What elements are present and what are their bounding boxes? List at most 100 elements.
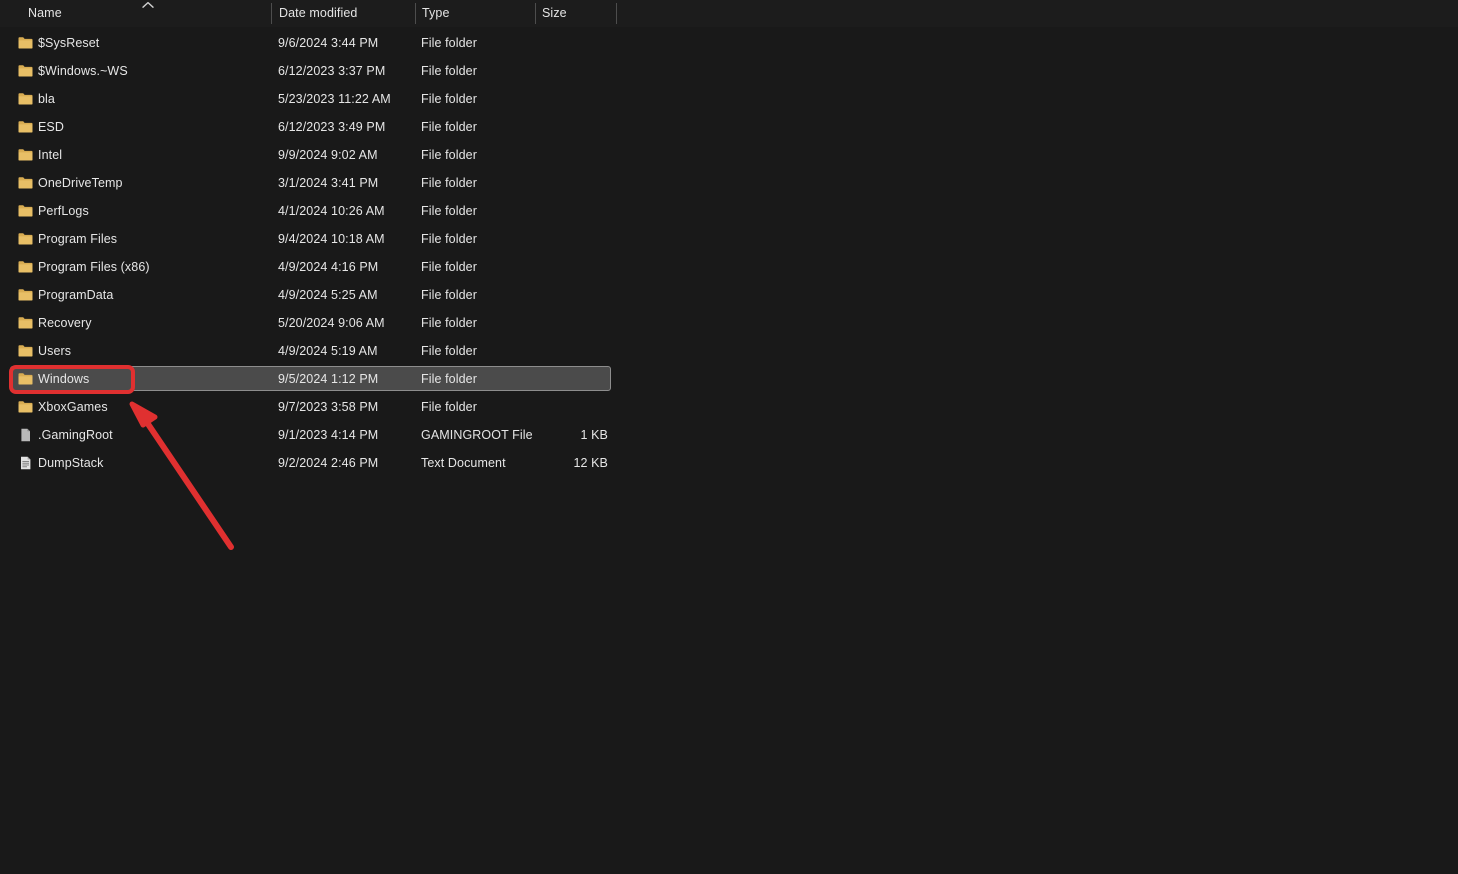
column-divider-date[interactable] <box>415 3 416 24</box>
file-name: Program Files <box>38 232 118 246</box>
file-type: File folder <box>421 36 477 50</box>
file-type: Text Document <box>421 456 506 470</box>
file-type: File folder <box>421 148 477 162</box>
folder-icon <box>18 372 33 386</box>
file-size: 12 KB <box>573 456 608 470</box>
file-date-modified: 5/20/2024 9:06 AM <box>278 316 385 330</box>
folder-icon <box>18 176 33 190</box>
file-type: File folder <box>421 64 477 78</box>
file-row[interactable]: $SysReset 9/6/2024 3:44 PM File folder <box>0 29 1458 57</box>
file-date-modified: 9/6/2024 3:44 PM <box>278 36 379 50</box>
file-name: Program Files (x86) <box>38 260 150 274</box>
file-row[interactable]: Users 4/9/2024 5:19 AM File folder <box>0 337 1458 365</box>
folder-icon <box>18 204 33 218</box>
file-date-modified: 4/9/2024 5:19 AM <box>278 344 378 358</box>
file-size <box>500 309 608 337</box>
file-size <box>500 29 608 57</box>
column-header-bar: Name Date modified Type Size <box>0 0 1458 27</box>
file-type: File folder <box>421 92 477 106</box>
file-row[interactable]: PerfLogs 4/1/2024 10:26 AM File folder <box>0 197 1458 225</box>
file-size <box>500 57 608 85</box>
file-size <box>500 365 608 393</box>
file-name: bla <box>38 92 55 106</box>
file-row[interactable]: Recovery 5/20/2024 9:06 AM File folder <box>0 309 1458 337</box>
file-size <box>500 253 608 281</box>
folder-icon <box>18 232 33 246</box>
column-divider-name[interactable] <box>271 3 272 24</box>
folder-icon <box>18 36 33 50</box>
file-size <box>500 141 608 169</box>
file-type: File folder <box>421 176 477 190</box>
column-header-size[interactable]: Size <box>542 0 567 27</box>
file-date-modified: 3/1/2024 3:41 PM <box>278 176 379 190</box>
file-date-modified: 9/2/2024 2:46 PM <box>278 456 379 470</box>
file-row[interactable]: ESD 6/12/2023 3:49 PM File folder <box>0 113 1458 141</box>
file-size <box>500 197 608 225</box>
file-size <box>500 281 608 309</box>
file-type: File folder <box>421 316 477 330</box>
file-size <box>500 169 608 197</box>
file-size: 1 KB <box>580 428 608 442</box>
file-row[interactable]: Program Files 9/4/2024 10:18 AM File folde… <box>0 225 1458 253</box>
generic-file-icon <box>18 428 33 442</box>
column-divider-type[interactable] <box>535 3 536 24</box>
file-row[interactable]: $Windows.~WS 6/12/2023 3:37 PM File folder <box>0 57 1458 85</box>
file-name: DumpStack <box>38 456 104 470</box>
file-date-modified: 9/7/2023 3:58 PM <box>278 400 379 414</box>
folder-icon <box>18 400 33 414</box>
file-date-modified: 4/9/2024 5:25 AM <box>278 288 378 302</box>
file-name: .GamingRoot <box>38 428 113 442</box>
folder-icon <box>18 260 33 274</box>
column-header-date-modified[interactable]: Date modified <box>279 0 357 27</box>
folder-icon <box>18 316 33 330</box>
file-row[interactable]: DumpStack 9/2/2024 2:46 PM Text Document 12… <box>0 449 1458 477</box>
file-date-modified: 9/4/2024 10:18 AM <box>278 232 385 246</box>
file-date-modified: 4/9/2024 4:16 PM <box>278 260 379 274</box>
file-row[interactable]: bla 5/23/2023 11:22 AM File folder <box>0 85 1458 113</box>
file-name: $SysReset <box>38 36 100 50</box>
folder-icon <box>18 120 33 134</box>
file-type: File folder <box>421 288 477 302</box>
file-name: Recovery <box>38 316 92 330</box>
file-date-modified: 9/9/2024 9:02 AM <box>278 148 378 162</box>
file-name: Intel <box>38 148 63 162</box>
file-list-pane: Name Date modified Type Size $SysReset 9/… <box>0 0 1458 874</box>
file-date-modified: 5/23/2023 11:22 AM <box>278 92 391 106</box>
column-divider-size[interactable] <box>616 3 617 24</box>
file-name: ProgramData <box>38 288 114 302</box>
file-row[interactable]: Windows 9/5/2024 1:12 PM File folder <box>0 365 1458 393</box>
sort-ascending-chevron-up-icon <box>142 1 154 9</box>
file-row[interactable]: .GamingRoot 9/1/2023 4:14 PM GAMINGROOT Fi… <box>0 421 1458 449</box>
file-size <box>500 113 608 141</box>
file-row[interactable]: ProgramData 4/9/2024 5:25 AM File folder <box>0 281 1458 309</box>
file-date-modified: 4/1/2024 10:26 AM <box>278 204 385 218</box>
file-type: File folder <box>421 344 477 358</box>
file-name: ESD <box>38 120 65 134</box>
file-name: XboxGames <box>38 400 108 414</box>
folder-icon <box>18 148 33 162</box>
file-size <box>500 85 608 113</box>
file-row[interactable]: OneDriveTemp 3/1/2024 3:41 PM File folder <box>0 169 1458 197</box>
file-name: Windows <box>38 372 90 386</box>
file-name: $Windows.~WS <box>38 64 128 78</box>
file-name: Users <box>38 344 72 358</box>
column-header-type[interactable]: Type <box>422 0 450 27</box>
file-row[interactable]: Intel 9/9/2024 9:02 AM File folder <box>0 141 1458 169</box>
text-document-icon <box>18 456 33 470</box>
file-row[interactable]: XboxGames 9/7/2023 3:58 PM File folder <box>0 393 1458 421</box>
file-type: File folder <box>421 204 477 218</box>
folder-icon <box>18 344 33 358</box>
file-row[interactable]: Program Files (x86) 4/9/2024 4:16 PM File … <box>0 253 1458 281</box>
column-header-name[interactable]: Name <box>28 0 62 27</box>
file-date-modified: 6/12/2023 3:37 PM <box>278 64 386 78</box>
file-size <box>500 225 608 253</box>
file-list-rows: $SysReset 9/6/2024 3:44 PM File folder $Win… <box>0 29 1458 477</box>
folder-icon <box>18 288 33 302</box>
file-size <box>500 393 608 421</box>
file-type: File folder <box>421 400 477 414</box>
file-type: File folder <box>421 232 477 246</box>
file-name: OneDriveTemp <box>38 176 123 190</box>
file-type: File folder <box>421 372 477 386</box>
folder-icon <box>18 64 33 78</box>
file-date-modified: 9/5/2024 1:12 PM <box>278 372 379 386</box>
